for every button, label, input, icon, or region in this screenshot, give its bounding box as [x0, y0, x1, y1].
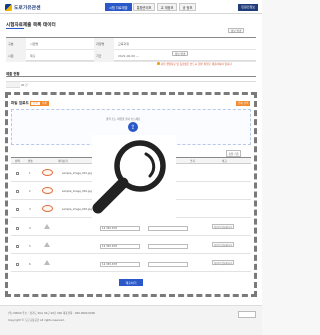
change-info-button[interactable]: 정보 변경	[228, 28, 245, 33]
row-size-input[interactable]	[148, 226, 188, 231]
status-cell	[6, 82, 20, 88]
row-checkbox[interactable]	[16, 172, 19, 175]
notice-message: 사진 촬영자료 및 동영상은 반드시 원본 파일로 제출하셔야 합니다	[160, 62, 232, 66]
col-header-note: 비고	[222, 160, 227, 163]
drop-limit-text: 파일 크기 제한 및 형식에 맞는 파일만 업로드 가능합니다	[99, 136, 161, 139]
nav-tab-materials[interactable]: 교 재정보	[156, 3, 178, 11]
row-checkbox[interactable]	[16, 263, 19, 266]
row-thumbnail	[42, 169, 53, 176]
row-title-input[interactable]: 12.345.678	[100, 262, 140, 267]
row-note: 확인이 필요합니다	[212, 242, 235, 247]
submit-button[interactable]: 제출하기	[119, 279, 143, 286]
nav-tab-submit[interactable]: 시험 자료제출	[105, 3, 132, 11]
row-number: 2	[29, 190, 31, 193]
page: 도로가유관센 시험 자료제출 통합관리보 교 재정보 공 정보 민원인정보 시험…	[0, 0, 262, 335]
sort-select[interactable]: 정렬 기준	[226, 150, 242, 157]
row-checkbox[interactable]	[16, 245, 19, 248]
info-table: 구분 시험명 과정명 교육과정 시험 제출 기간 2021.00.00 ~	[6, 37, 256, 62]
row-checkbox[interactable]	[16, 227, 19, 230]
footer-copyright: Copyright © 도로교통공단 All rights reserved.	[8, 319, 65, 322]
row-number: 4	[29, 227, 31, 230]
info-value: 시험명	[30, 42, 39, 46]
info-label: 시험	[6, 50, 26, 62]
row-number: 6	[29, 263, 31, 266]
row-note: 확인이 필요합니다	[212, 224, 235, 229]
main-nav: 시험 자료제출 통합관리보 교 재정보 공 정보	[105, 3, 197, 11]
upload-cloud-icon[interactable]: ⇪	[128, 122, 138, 132]
info-row: 구분 시험명 과정명 교육과정	[6, 38, 256, 50]
footer-badge	[238, 311, 256, 318]
no-image-icon	[44, 260, 50, 265]
upload-title: 파일 업로드	[11, 101, 29, 105]
no-image-icon	[44, 242, 50, 247]
col-header-title: 제목	[150, 160, 155, 163]
col-header-size: 크기	[190, 160, 195, 163]
col-header-num: 번호	[28, 160, 33, 163]
select-all-button[interactable]: 전체 선택	[236, 100, 251, 106]
logo-mark-icon	[5, 3, 12, 11]
status-value: 00 건	[21, 84, 28, 87]
row-title-input[interactable]: 12.345.678	[100, 244, 140, 249]
row-checkbox[interactable]	[16, 190, 19, 193]
row-thumbnail	[42, 187, 53, 194]
row-number: 3	[29, 208, 31, 211]
file-table-header	[11, 157, 251, 164]
col-header-select: 선택	[15, 160, 20, 163]
info-label: 구분	[6, 38, 26, 50]
nav-tab-manage[interactable]: 통합관리보	[132, 3, 156, 11]
col-header-filename: 파일명	[108, 160, 116, 163]
info-row: 시험 제출 기간 2021.00.00 ~	[6, 50, 256, 62]
info-label: 기간	[94, 50, 114, 62]
drop-instruction: 클릭 또는 파일을 끌어 놓으세요	[106, 118, 141, 121]
row-note: 확인이 필요합니다	[212, 260, 235, 265]
no-image-icon	[44, 224, 50, 229]
col-header-preview: 미리보기	[58, 160, 68, 163]
info-label: 과정명	[94, 38, 114, 50]
row-size-input[interactable]	[148, 244, 188, 249]
row-thumbnail	[42, 205, 53, 212]
title-underline	[6, 27, 24, 29]
row-filename: sample_image_003.jpg	[62, 208, 92, 211]
row-number: 1	[29, 172, 31, 175]
logo-text: 도로가유관센	[14, 5, 41, 11]
info-value: 2021.00.00 ~	[118, 54, 139, 58]
info-value: 제출	[30, 54, 36, 58]
footer-address: (우) 00000 주소 : 경기도 00시 00구 00로 000 대표전화 …	[8, 312, 95, 315]
change-period-button[interactable]: 정보 변경	[172, 51, 189, 56]
nav-tab-info[interactable]: 공 정보	[178, 3, 197, 11]
row-filename: sample_image_002.jpg	[62, 190, 92, 193]
delete-file-button[interactable]: 삭제	[40, 100, 49, 106]
user-info-button[interactable]: 민원인정보	[238, 3, 258, 11]
row-filename: sample_image_001.jpg	[62, 172, 92, 175]
status-bar	[6, 76, 256, 82]
row-title-input[interactable]: 12.345.678	[100, 226, 140, 231]
top-header: 도로가유관센 시험 자료제출 통합관리보 교 재정보 공 정보 민원인정보	[0, 0, 262, 14]
site-logo[interactable]: 도로가유관센	[5, 3, 40, 11]
info-value: 교육과정	[118, 42, 130, 46]
row-size-input[interactable]	[148, 262, 188, 267]
notice-text: 사진 촬영자료 및 동영상은 반드시 원본 파일로 제출하셔야 합니다	[157, 62, 232, 66]
row-number: 5	[29, 245, 31, 248]
row-checkbox[interactable]	[16, 208, 19, 211]
warning-icon	[157, 62, 160, 65]
